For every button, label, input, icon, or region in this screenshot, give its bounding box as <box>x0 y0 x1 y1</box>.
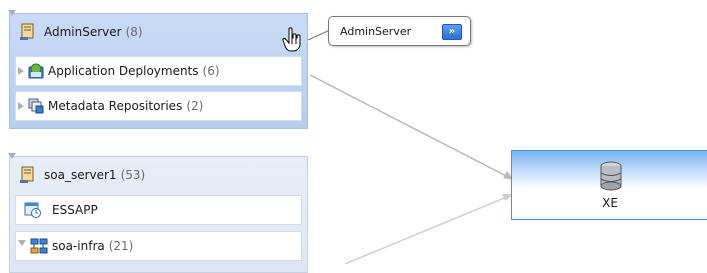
navigate-icon[interactable]: » <box>442 24 462 40</box>
tooltip-text: AdminServer <box>340 24 412 38</box>
database-node-xe[interactable]: XE <box>511 150 707 220</box>
admin-server-count: (8) <box>125 25 143 39</box>
soa-server-count: (53) <box>120 168 146 182</box>
soa-server-name: soa_server1 <box>44 168 117 182</box>
connector-soa-to-xe <box>344 193 515 264</box>
application-deployments-icon <box>28 63 44 79</box>
tree-row-metadata-repositories[interactable]: Metadata Repositories (2) <box>15 91 302 121</box>
soa-infra-count: (21) <box>108 239 134 253</box>
metadata-repository-icon <box>28 98 44 114</box>
metadata-repositories-count: (2) <box>186 99 204 113</box>
soa-server-header[interactable]: soa_server1 (53) <box>20 161 145 189</box>
application-deployments-count: (6) <box>202 64 220 78</box>
server-icon <box>20 23 36 41</box>
application-deployments-label: Application Deployments <box>48 64 199 78</box>
hand-cursor-icon <box>282 27 304 56</box>
scheduler-app-icon <box>24 202 42 218</box>
soa-infra-label: soa-infra <box>52 239 105 253</box>
hover-tooltip: AdminServer » <box>328 16 471 46</box>
expand-toggle-icon[interactable] <box>18 67 24 75</box>
database-node-name: XE <box>602 196 618 210</box>
tree-row-soa-infra[interactable]: soa-infra (21) <box>15 231 302 261</box>
tree-row-application-deployments[interactable]: Application Deployments (6) <box>15 56 302 86</box>
collapse-toggle-icon[interactable] <box>8 153 16 159</box>
collapse-toggle-icon[interactable] <box>18 240 26 246</box>
admin-server-header[interactable]: AdminServer (8) <box>20 18 143 46</box>
essapp-label: ESSAPP <box>52 203 98 217</box>
soa-server-group[interactable]: soa_server1 (53) ESSAPP soa-infra (21) <box>8 153 308 273</box>
connector-admin-to-xe <box>309 74 515 181</box>
expand-toggle-icon[interactable] <box>18 102 24 110</box>
admin-server-group[interactable]: AdminServer (8) Application Deployments … <box>8 10 308 129</box>
soa-composite-icon <box>30 238 48 254</box>
server-icon <box>20 166 36 184</box>
tree-row-essapp[interactable]: ESSAPP <box>15 195 302 225</box>
metadata-repositories-label: Metadata Repositories <box>48 99 183 113</box>
tooltip-pointer-line <box>307 29 331 41</box>
collapse-toggle-icon[interactable] <box>8 10 16 16</box>
admin-server-name: AdminServer <box>44 25 122 39</box>
database-icon <box>599 161 623 191</box>
